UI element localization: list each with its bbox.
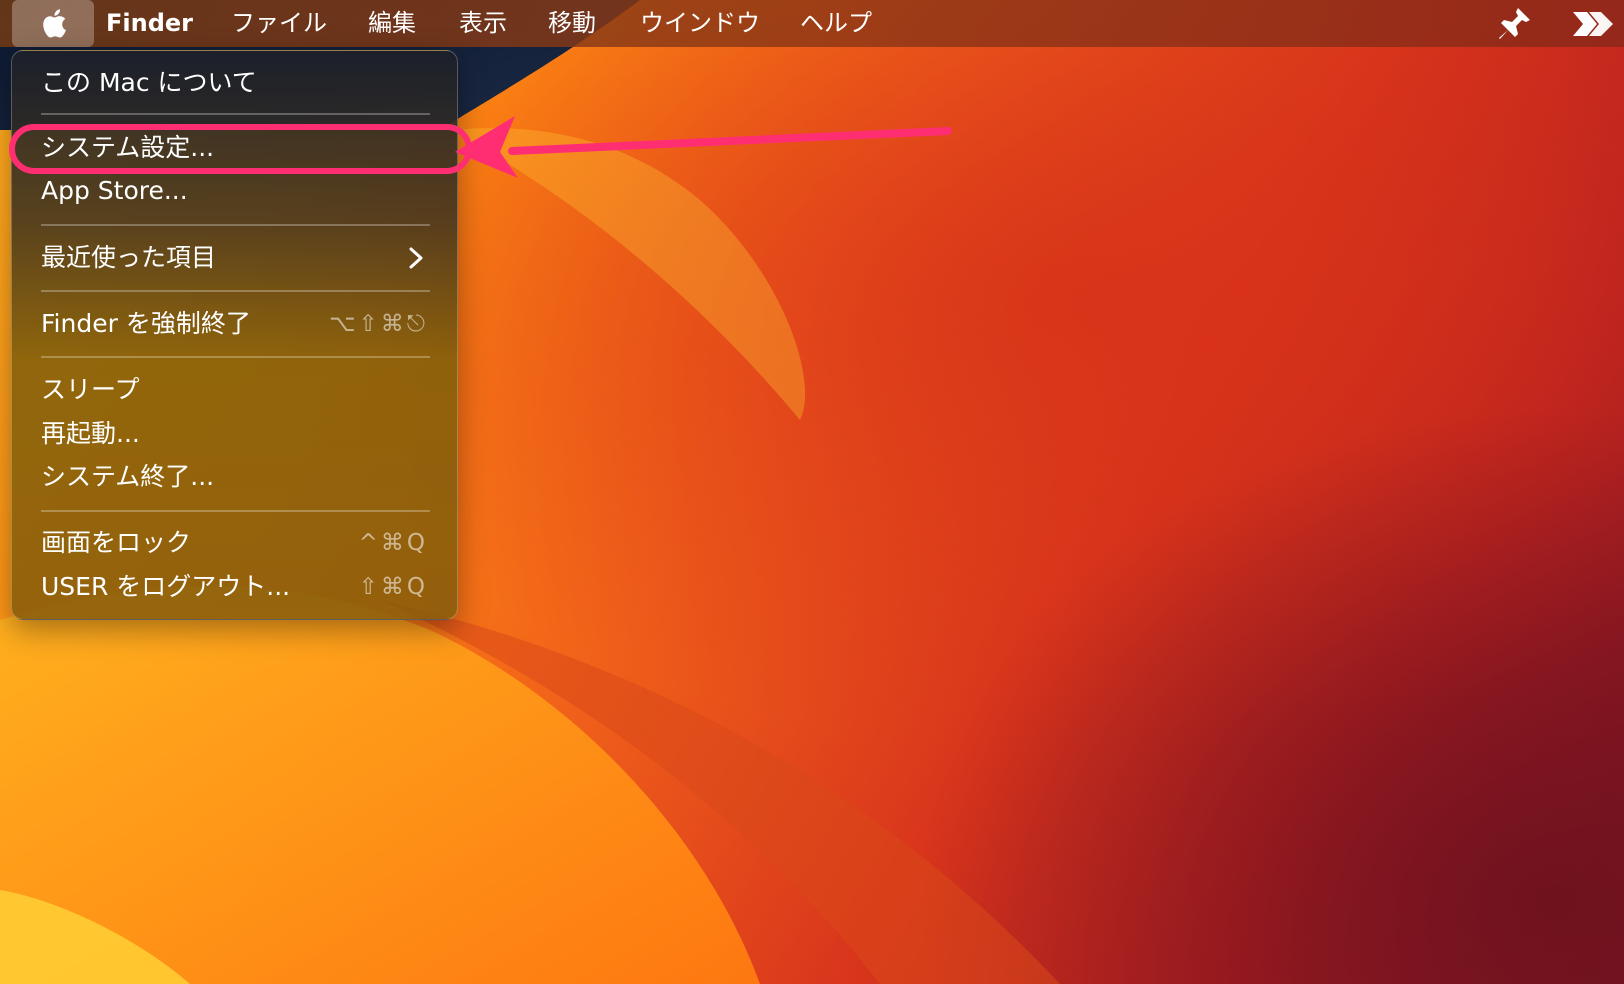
menu-bar: Finder ファイル 編集 表示 移動 ウインドウ ヘルプ bbox=[0, 0, 1624, 47]
menu-item-lock-screen[interactable]: 画面をロック ^⌘Q bbox=[41, 523, 428, 563]
menu-item-lock-screen-label: 画面をロック bbox=[41, 528, 192, 557]
menu-separator bbox=[41, 356, 430, 358]
menu-item-sleep-label: スリープ bbox=[41, 375, 140, 404]
menu-separator bbox=[41, 290, 430, 292]
menu-item-restart-label: 再起動... bbox=[41, 419, 140, 448]
apple-logo-icon bbox=[43, 9, 66, 38]
double-chevron-icon[interactable] bbox=[1570, 4, 1616, 44]
logout-shortcut: ⇧⌘Q bbox=[358, 574, 428, 600]
menu-separator bbox=[41, 113, 430, 115]
menubar-app-finder[interactable]: Finder bbox=[106, 0, 193, 47]
chevron-right-icon bbox=[409, 247, 423, 269]
menubar-item-help[interactable]: ヘルプ bbox=[800, 0, 872, 47]
menu-item-logout-label: USER をログアウト... bbox=[41, 572, 291, 601]
highlight-ring bbox=[9, 124, 472, 174]
lock-screen-shortcut: ^⌘Q bbox=[358, 530, 428, 556]
menubar-item-edit[interactable]: 編集 bbox=[368, 0, 416, 47]
desktop: Finder ファイル 編集 表示 移動 ウインドウ ヘルプ この Mac につ… bbox=[0, 0, 1624, 984]
menu-item-sleep[interactable]: スリープ bbox=[41, 370, 428, 410]
menu-item-force-quit-label: Finder を強制終了 bbox=[41, 309, 251, 338]
menubar-item-file[interactable]: ファイル bbox=[231, 0, 327, 47]
force-quit-shortcut: ⌥⇧⌘⎋ bbox=[329, 311, 428, 337]
menu-item-app-store[interactable]: App Store... bbox=[41, 171, 428, 211]
menu-item-about[interactable]: この Mac について bbox=[41, 63, 428, 103]
menu-separator bbox=[41, 224, 430, 226]
menu-item-recent-items[interactable]: 最近使った項目 bbox=[41, 238, 428, 278]
menu-item-logout[interactable]: USER をログアウト... ⇧⌘Q bbox=[41, 567, 428, 607]
menu-item-app-store-label: App Store... bbox=[41, 176, 188, 205]
menubar-item-view[interactable]: 表示 bbox=[459, 0, 507, 47]
menu-item-force-quit[interactable]: Finder を強制終了 ⌥⇧⌘⎋ bbox=[41, 304, 428, 344]
apple-menu-button[interactable] bbox=[12, 0, 94, 47]
menu-separator bbox=[41, 510, 430, 512]
menu-item-shutdown-label: システム終了... bbox=[41, 462, 215, 491]
pin-icon[interactable] bbox=[1494, 4, 1534, 44]
menubar-item-window[interactable]: ウインドウ bbox=[640, 0, 760, 47]
menu-item-recent-items-label: 最近使った項目 bbox=[41, 243, 217, 272]
menu-item-restart[interactable]: 再起動... bbox=[41, 414, 428, 454]
menubar-item-go[interactable]: 移動 bbox=[548, 0, 596, 47]
menu-item-about-label: この Mac について bbox=[41, 68, 257, 97]
menu-item-shutdown[interactable]: システム終了... bbox=[41, 457, 428, 497]
